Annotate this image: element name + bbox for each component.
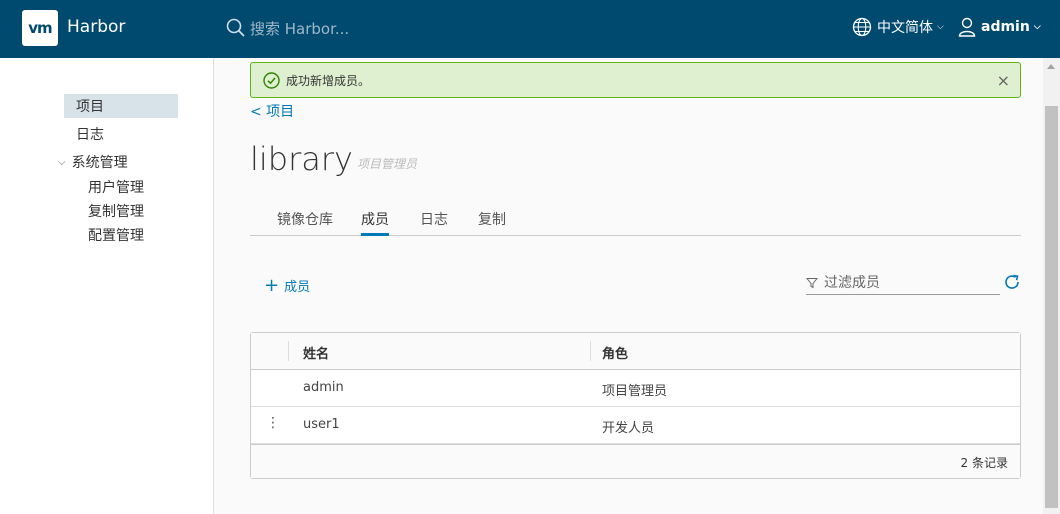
sidebar-item-replication[interactable]: 复制管理 (88, 201, 144, 221)
sidebar-item-administration[interactable]: ⌵ 系统管理 (58, 152, 128, 172)
search-icon (226, 18, 245, 37)
logo-text: vm (28, 19, 52, 37)
alert-message: 成功新增成员。 (286, 73, 371, 88)
row-actions-menu-icon[interactable]: ⋮ (266, 416, 280, 430)
chevron-down-icon: ⌵ (937, 22, 944, 32)
sidebar-item-projects[interactable]: 项目 (64, 94, 178, 118)
sidebar-item-configuration[interactable]: 配置管理 (88, 225, 144, 245)
column-header-role[interactable]: 角色 (602, 343, 628, 362)
refresh-icon[interactable] (1003, 273, 1021, 291)
brand-name[interactable]: Harbor (67, 17, 125, 37)
scroll-up-arrow-icon[interactable] (1047, 64, 1055, 69)
column-divider[interactable] (590, 341, 591, 361)
member-role: 开发人员 (602, 421, 655, 436)
sidebar-admin-label: 系统管理 (71, 155, 128, 171)
sidebar-item-logs[interactable]: 日志 (76, 124, 104, 144)
members-datagrid: 姓名 角色 admin 项目管理员 ⋮ user1 开发人员 2 条记录 (250, 332, 1021, 479)
tab-members[interactable]: 成员 (361, 209, 389, 236)
table-row[interactable]: admin 项目管理员 (251, 370, 1020, 407)
filter-members-input[interactable] (824, 274, 994, 291)
success-check-icon (263, 71, 280, 89)
tab-replication[interactable]: 复制 (478, 209, 506, 236)
chevron-down-icon: ⌵ (1033, 22, 1041, 32)
left-sidebar: 项目 日志 ⌵ 系统管理 用户管理 复制管理 配置管理 (0, 58, 214, 514)
scrollbar-thumb[interactable] (1045, 106, 1058, 508)
member-name: admin (303, 380, 344, 395)
record-count: 2 条记录 (960, 456, 1008, 470)
user-icon (958, 17, 976, 37)
column-header-name[interactable]: 姓名 (303, 343, 329, 362)
member-name: user1 (303, 417, 340, 432)
column-divider (288, 341, 289, 361)
success-alert: 成功新增成员。 × (250, 62, 1021, 98)
datagrid-header: 姓名 角色 (251, 333, 1020, 370)
username-label: admin (981, 19, 1030, 35)
filter-icon (806, 277, 818, 288)
vmware-logo[interactable]: vm (22, 10, 58, 46)
globe-icon (852, 17, 872, 37)
tab-repositories[interactable]: 镜像仓库 (277, 209, 333, 236)
datagrid-footer: 2 条记录 (251, 444, 1020, 478)
close-icon[interactable]: × (997, 71, 1010, 90)
language-label: 中文简体 (877, 20, 933, 36)
vertical-scrollbar[interactable] (1043, 58, 1060, 514)
project-role-label: 项目管理员 (357, 157, 418, 171)
table-row[interactable]: ⋮ user1 开发人员 (251, 407, 1020, 444)
sidebar-item-users[interactable]: 用户管理 (88, 177, 144, 197)
top-header: vm Harbor 中文简体 ⌵ admin ⌵ (0, 0, 1060, 58)
add-member-button[interactable]: + 成员 (264, 276, 310, 295)
user-menu[interactable]: admin ⌵ (958, 17, 1041, 37)
plus-icon: + (264, 274, 280, 296)
page-title: library (250, 140, 353, 178)
tab-logs[interactable]: 日志 (420, 209, 448, 236)
add-member-label: 成员 (284, 280, 311, 295)
filter-field (806, 271, 1000, 295)
language-selector[interactable]: 中文简体 ⌵ (852, 17, 944, 37)
member-role: 项目管理员 (602, 384, 668, 399)
breadcrumb-projects-link[interactable]: < 项目 (250, 101, 294, 121)
global-search-input[interactable] (250, 18, 530, 40)
chevron-down-icon: ⌵ (58, 156, 66, 168)
project-tabs: 镜像仓库 成员 日志 复制 (250, 201, 1021, 236)
